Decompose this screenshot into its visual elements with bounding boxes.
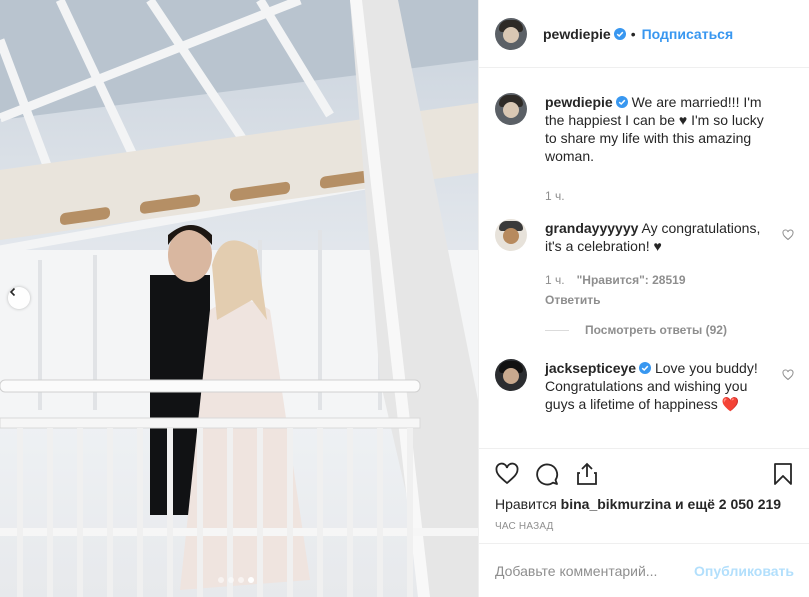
caption: pewdiepie We are married!!! I'm the happ… xyxy=(495,93,794,205)
avatar[interactable] xyxy=(495,359,527,391)
bookmark-icon xyxy=(774,463,792,485)
view-replies-button[interactable]: Посмотреть ответы (92) xyxy=(545,323,794,337)
comment-input[interactable] xyxy=(495,562,695,579)
add-comment-bar: Опубликовать xyxy=(479,543,809,597)
heart-icon[interactable] xyxy=(782,369,794,381)
like-button[interactable] xyxy=(495,454,535,494)
avatar[interactable] xyxy=(495,219,527,251)
likes-summary[interactable]: Нравится bina_bikmurzina и ещё 2 050 219 xyxy=(495,496,794,512)
comment-likes[interactable]: "Нравится": 28519 xyxy=(577,271,686,289)
likes-prefix: Нравится xyxy=(495,496,557,512)
separator-dot: • xyxy=(630,25,636,42)
post-header: pewdiepie • Подписаться xyxy=(479,0,809,68)
carousel-dot xyxy=(218,577,224,583)
comment-time[interactable]: 1 ч. xyxy=(545,271,565,289)
avatar[interactable] xyxy=(495,17,527,50)
comment-button[interactable] xyxy=(535,454,575,494)
reply-button[interactable]: Ответить xyxy=(545,291,770,309)
comment-item: jacksepticeye Love you buddy! Congratula… xyxy=(495,359,794,413)
share-icon xyxy=(577,462,597,485)
carousel-dot-active xyxy=(248,577,254,583)
chevron-left-icon xyxy=(9,287,16,297)
carousel-dot xyxy=(238,577,244,583)
publish-button[interactable]: Опубликовать xyxy=(694,563,794,579)
carousel-indicator xyxy=(218,577,254,583)
share-button[interactable] xyxy=(575,454,615,494)
post-side-panel: pewdiepie • Подписаться pewdiepie We are… xyxy=(478,0,809,597)
post-time[interactable]: час назад xyxy=(495,521,794,532)
author-username[interactable]: pewdiepie xyxy=(543,26,611,42)
caption-time[interactable]: 1 ч. xyxy=(545,187,565,205)
post-actions: Нравится bina_bikmurzina и ещё 2 050 219… xyxy=(479,448,809,532)
comment-item: grandayyyyyy Ay congratulations, it's a … xyxy=(495,219,794,309)
likes-user[interactable]: bina_bikmurzina xyxy=(561,496,671,512)
avatar[interactable] xyxy=(495,93,527,125)
caption-username[interactable]: pewdiepie xyxy=(545,94,613,110)
likes-count[interactable]: и ещё 2 050 219 xyxy=(675,496,781,512)
follow-button[interactable]: Подписаться xyxy=(642,26,734,42)
heart-icon[interactable] xyxy=(782,229,794,241)
heart-icon xyxy=(495,462,519,485)
carousel-prev-button[interactable] xyxy=(8,287,30,309)
verified-badge-icon xyxy=(639,362,652,374)
post-photo[interactable] xyxy=(0,0,478,597)
save-button[interactable] xyxy=(754,454,794,494)
comment-username[interactable]: jacksepticeye xyxy=(545,360,636,376)
carousel-dot xyxy=(228,577,234,583)
comment-username[interactable]: grandayyyyyy xyxy=(545,220,638,236)
divider xyxy=(545,329,569,331)
view-replies-label: Посмотреть ответы (92) xyxy=(585,323,727,337)
verified-badge-icon xyxy=(615,96,628,108)
comment-icon xyxy=(536,463,559,486)
verified-badge-icon xyxy=(613,27,626,40)
wedding-photo-illustration xyxy=(0,0,478,597)
comments-list[interactable]: pewdiepie We are married!!! I'm the happ… xyxy=(479,69,809,448)
